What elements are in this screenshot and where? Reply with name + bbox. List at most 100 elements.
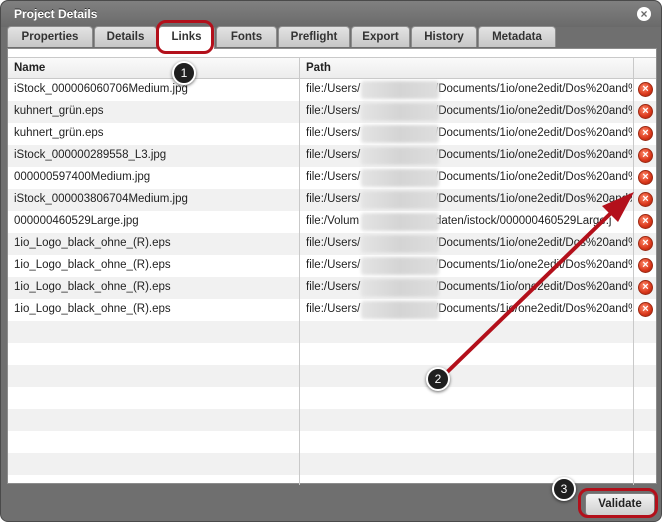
table-row[interactable]: 1io_Logo_black_ohne_(R).eps file:/Users/ /… [8, 233, 656, 255]
empty-row [8, 365, 656, 387]
path-prefix: file:/Users/ [306, 127, 361, 139]
path-prefix: file:/Users/ [306, 149, 361, 161]
link-file-path: file:/Users/ /Documents/1io/one2edit/Dos%… [306, 127, 632, 139]
redacted-path-segment [361, 125, 439, 143]
column-header-name[interactable]: Name [8, 58, 300, 79]
redacted-path-segment [361, 235, 439, 253]
redacted-path-segment [361, 301, 439, 319]
link-file-name: 000000597400Medium.jpg [14, 171, 151, 183]
path-suffix: /Documents/1io/one2edit/Dos%20and% [435, 259, 632, 271]
remove-link-icon[interactable]: × [638, 302, 653, 317]
redacted-path-segment [361, 147, 439, 165]
tab-properties[interactable]: Properties [7, 26, 93, 47]
tab-history[interactable]: History [411, 26, 477, 47]
redacted-path-segment [361, 191, 439, 209]
path-suffix: /Documents/1io/one2edit/Dos%20and% [435, 237, 632, 249]
remove-link-icon[interactable]: × [638, 126, 653, 141]
redacted-path-segment [361, 81, 439, 99]
empty-row [8, 343, 656, 365]
tab-links[interactable]: Links [158, 26, 215, 49]
path-prefix: file:/Users/ [306, 259, 361, 271]
column-divider [299, 57, 300, 485]
link-file-name: 1io_Logo_black_ohne_(R).eps [14, 259, 171, 271]
path-prefix: file:/Users/ [306, 281, 361, 293]
validate-button[interactable]: Validate [585, 493, 655, 516]
link-file-name: iStock_000006060706Medium.jpg [14, 83, 188, 95]
callout-badge-2: 2 [426, 367, 450, 391]
remove-link-icon[interactable]: × [638, 214, 653, 229]
project-details-dialog: Project Details × Properties Details Lin… [0, 0, 662, 522]
table-row[interactable]: 000000597400Medium.jpg file:/Users/ /Docum… [8, 167, 656, 189]
remove-link-icon[interactable]: × [638, 170, 653, 185]
link-file-name: 1io_Logo_black_ohne_(R).eps [14, 303, 171, 315]
tab-details[interactable]: Details [94, 26, 157, 47]
link-file-name: 1io_Logo_black_ohne_(R).eps [14, 281, 171, 293]
tab-metadata[interactable]: Metadata [478, 26, 556, 47]
link-file-name: iStock_000000289558_L3.jpg [14, 149, 167, 161]
path-suffix: /Documents/1io/one2edit/Dos%20and% [435, 149, 632, 161]
table-row[interactable]: iStock_000003806704Medium.jpg file:/Users… [8, 189, 656, 211]
column-header-path[interactable]: Path [300, 58, 630, 79]
link-file-path: file:/Users/ /Documents/1io/one2edit/Dos%… [306, 237, 632, 249]
table-header: Name Path [8, 57, 656, 79]
path-prefix: file:/Volum [306, 215, 360, 227]
link-file-path: file:/Users/ /Documents/1io/one2edit/Dos%… [306, 83, 632, 95]
redacted-path-segment [361, 169, 439, 187]
path-suffix: /Documents/1io/one2edit/Dos%20and% [435, 83, 632, 95]
table-row[interactable]: 000000460529Large.jpg file:/Volum daten/is… [8, 211, 656, 233]
empty-row [8, 453, 656, 475]
remove-link-icon[interactable]: × [638, 192, 653, 207]
remove-link-icon[interactable]: × [638, 280, 653, 295]
tab-export[interactable]: Export [351, 26, 410, 47]
tab-bar: Properties Details Links Fonts Preflight… [7, 26, 657, 49]
link-file-name: 000000460529Large.jpg [14, 215, 139, 227]
table-row[interactable]: 1io_Logo_black_ohne_(R).eps file:/Users/ /… [8, 277, 656, 299]
tab-fonts[interactable]: Fonts [216, 26, 277, 47]
redacted-path-segment [361, 213, 439, 231]
table-row[interactable]: kuhnert_grün.eps file:/Users/ /Documents/1… [8, 123, 656, 145]
redacted-path-segment [361, 103, 439, 121]
empty-row [8, 387, 656, 409]
path-prefix: file:/Users/ [306, 193, 361, 205]
path-prefix: file:/Users/ [306, 237, 361, 249]
link-file-name: iStock_000003806704Medium.jpg [14, 193, 188, 205]
path-suffix: /Documents/1io/one2edit/Dos%20and% [435, 171, 632, 183]
link-file-name: kuhnert_grün.eps [14, 127, 104, 139]
path-suffix: /Documents/1io/one2edit/Dos%20and% [435, 105, 632, 117]
link-file-path: file:/Users/ /Documents/1io/one2edit/Dos%… [306, 259, 632, 271]
dialog-title: Project Details [14, 7, 98, 21]
remove-link-icon[interactable]: × [638, 148, 653, 163]
empty-row [8, 409, 656, 431]
remove-link-icon[interactable]: × [638, 236, 653, 251]
path-prefix: file:/Users/ [306, 83, 361, 95]
empty-row [8, 321, 656, 343]
table-row[interactable]: iStock_000000289558_L3.jpg file:/Users/ /D… [8, 145, 656, 167]
link-file-path: file:/Users/ /Documents/1io/one2edit/Dos%… [306, 105, 632, 117]
callout-badge-1: 1 [172, 61, 196, 85]
link-file-path: file:/Users/ /Documents/1io/one2edit/Dos%… [306, 149, 632, 161]
links-table-body: iStock_000006060706Medium.jpg file:/Users… [8, 79, 656, 475]
title-bar: Project Details × [1, 1, 661, 27]
links-panel: Name Path iStock_000006060706Medium.jpgf… [7, 48, 657, 485]
table-row[interactable]: 1io_Logo_black_ohne_(R).eps file:/Users/ /… [8, 299, 656, 321]
link-file-path: file:/Users/ /Documents/1io/one2edit/Dos%… [306, 281, 632, 293]
path-suffix: /Documents/1io/one2edit/Dos%20and% [435, 303, 632, 315]
table-row[interactable]: kuhnert_grün.eps file:/Users/ /Documents/1… [8, 101, 656, 123]
table-row[interactable]: iStock_000006060706Medium.jpg file:/Users… [8, 79, 656, 101]
link-file-path: file:/Users/ /Documents/1io/one2edit/Dos%… [306, 303, 632, 315]
path-suffix: /Documents/1io/one2edit/Dos%20and% [435, 193, 632, 205]
remove-link-icon[interactable]: × [638, 104, 653, 119]
remove-link-icon[interactable]: × [638, 258, 653, 273]
callout-badge-3: 3 [552, 477, 576, 501]
redacted-path-segment [361, 257, 439, 275]
tab-preflight[interactable]: Preflight [278, 26, 350, 47]
path-suffix: /Documents/1io/one2edit/Dos%20and% [435, 127, 632, 139]
path-suffix: /Documents/1io/one2edit/Dos%20and% [435, 281, 632, 293]
table-row[interactable]: 1io_Logo_black_ohne_(R).eps file:/Users/ /… [8, 255, 656, 277]
remove-link-icon[interactable]: × [638, 82, 653, 97]
link-file-path: file:/Users/ /Documents/1io/one2edit/Dos%… [306, 171, 632, 183]
path-prefix: file:/Users/ [306, 105, 361, 117]
path-suffix: daten/istock/000000460529Large.j [435, 215, 612, 227]
empty-row [8, 431, 656, 453]
close-icon[interactable]: × [637, 7, 651, 21]
